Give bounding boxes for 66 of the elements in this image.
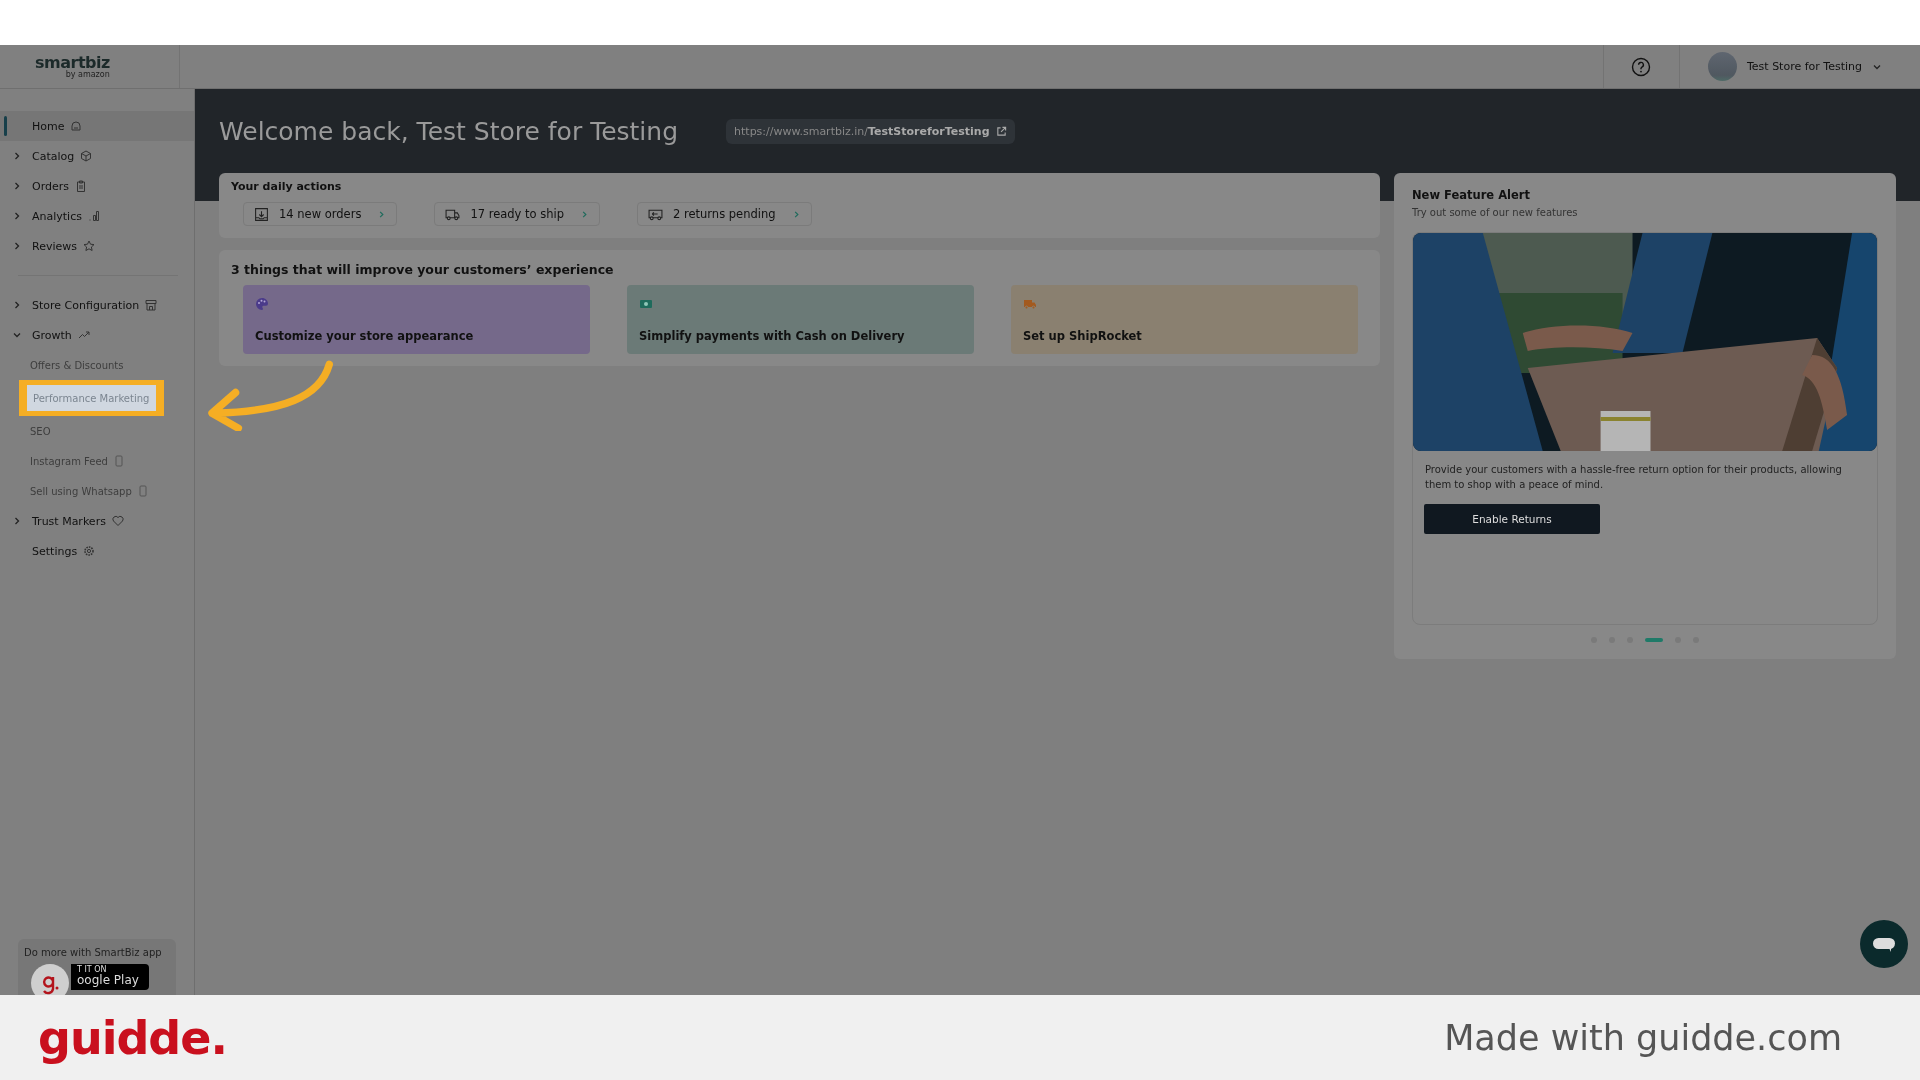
star-icon — [83, 240, 95, 252]
sidebar-subitem[interactable]: SEO — [30, 421, 51, 441]
feature-description: Provide your customers with a hassle-free return option for their products, allowing them to shop with a peace of mind. — [1425, 463, 1843, 492]
trend-up-icon — [77, 329, 90, 341]
chevron-right-icon[interactable] — [12, 151, 22, 161]
action-chip[interactable]: 14 new orders — [243, 202, 398, 226]
chevron-right-icon[interactable] — [12, 181, 22, 191]
sidebar-item[interactable]: Analytics — [0, 201, 194, 231]
sidebar-item[interactable]: Settings — [0, 536, 194, 566]
account-menu[interactable]: Test Store for Testing — [1679, 45, 1920, 88]
credit-text: Made with guidde.com — [1444, 1017, 1842, 1058]
guidde-logo: guidde. — [38, 1010, 227, 1065]
sidebar-item[interactable]: Growth — [0, 320, 194, 350]
sidebar-subitem[interactable]: Instagram Feed — [30, 451, 125, 471]
store-url-link[interactable]: https://www.smartbiz.in/TestStoreforTesting — [726, 118, 1015, 144]
sidebar-item[interactable]: Orders — [0, 171, 194, 201]
cube-icon — [80, 150, 93, 162]
action-chip[interactable]: 2 returns pending — [637, 202, 812, 226]
chevron-right-icon — [377, 209, 387, 219]
chevron-right-icon[interactable] — [12, 300, 22, 310]
home-icon — [70, 120, 83, 132]
inbox-icon — [254, 206, 269, 222]
clipboard-icon — [75, 180, 87, 192]
tip-tile[interactable]: Set up ShipRocket — [1011, 285, 1358, 354]
card-title: New Feature Alert — [1412, 188, 1531, 202]
card-title: 3 things that will improve your customers’ experience — [231, 262, 615, 277]
card-title: Your daily actions — [231, 180, 343, 193]
sidebar-item[interactable]: Home — [0, 111, 194, 141]
chevron-right-icon[interactable] — [12, 241, 22, 251]
tip-tile[interactable]: Simplify payments with Cash on Delivery — [627, 285, 974, 354]
chevron-right-icon[interactable] — [12, 516, 22, 526]
heart-icon — [111, 515, 124, 527]
chevron-right-icon[interactable] — [12, 211, 22, 221]
bar-chart-icon — [87, 210, 100, 222]
external-link-icon — [995, 125, 1007, 137]
enable-returns-button[interactable]: Enable Returns — [1424, 504, 1600, 534]
help-icon[interactable] — [1631, 56, 1652, 77]
welcome-title: Welcome back, Test Store for Testing — [219, 116, 679, 146]
sidebar-subitem[interactable]: Performance Marketing — [27, 385, 156, 411]
logo[interactable]: smartbiz by amazon — [35, 54, 110, 79]
truck-icon — [1023, 297, 1037, 311]
sidebar-item[interactable]: Reviews — [0, 231, 194, 261]
storefront-icon — [145, 299, 158, 311]
sidebar-item[interactable]: Catalog — [0, 141, 194, 171]
logo-subtext: by amazon — [65, 70, 110, 79]
logo-text: smartbiz — [35, 54, 110, 71]
sidebar-subitem[interactable]: Offers & Discounts — [30, 355, 124, 375]
tip-tile[interactable]: Customize your store appearance — [243, 285, 590, 354]
palette-icon — [255, 297, 269, 311]
phone-icon — [136, 485, 149, 497]
card-subtitle: Try out some of our new features — [1412, 207, 1579, 218]
sidebar-item[interactable]: Trust Markers — [0, 506, 194, 536]
active-indicator — [4, 116, 7, 136]
banknote-icon — [639, 297, 653, 311]
phone-icon — [112, 455, 125, 467]
chevron-right-icon — [580, 209, 589, 219]
action-chip[interactable]: 17 ready to ship — [434, 202, 600, 226]
sidebar-subitem[interactable]: Sell using Whatsapp — [30, 481, 149, 501]
store-badge[interactable]: T IT ON oogle Play — [71, 964, 149, 990]
settings-icon — [83, 545, 96, 557]
chevron-down-icon[interactable] — [12, 330, 22, 340]
promo-text: Do more with SmartBiz app — [24, 947, 163, 958]
sidebar-item[interactable]: Store Configuration — [0, 290, 194, 320]
chat-icon[interactable] — [1860, 920, 1908, 968]
guidde-icon — [30, 963, 70, 995]
avatar — [1707, 52, 1737, 81]
